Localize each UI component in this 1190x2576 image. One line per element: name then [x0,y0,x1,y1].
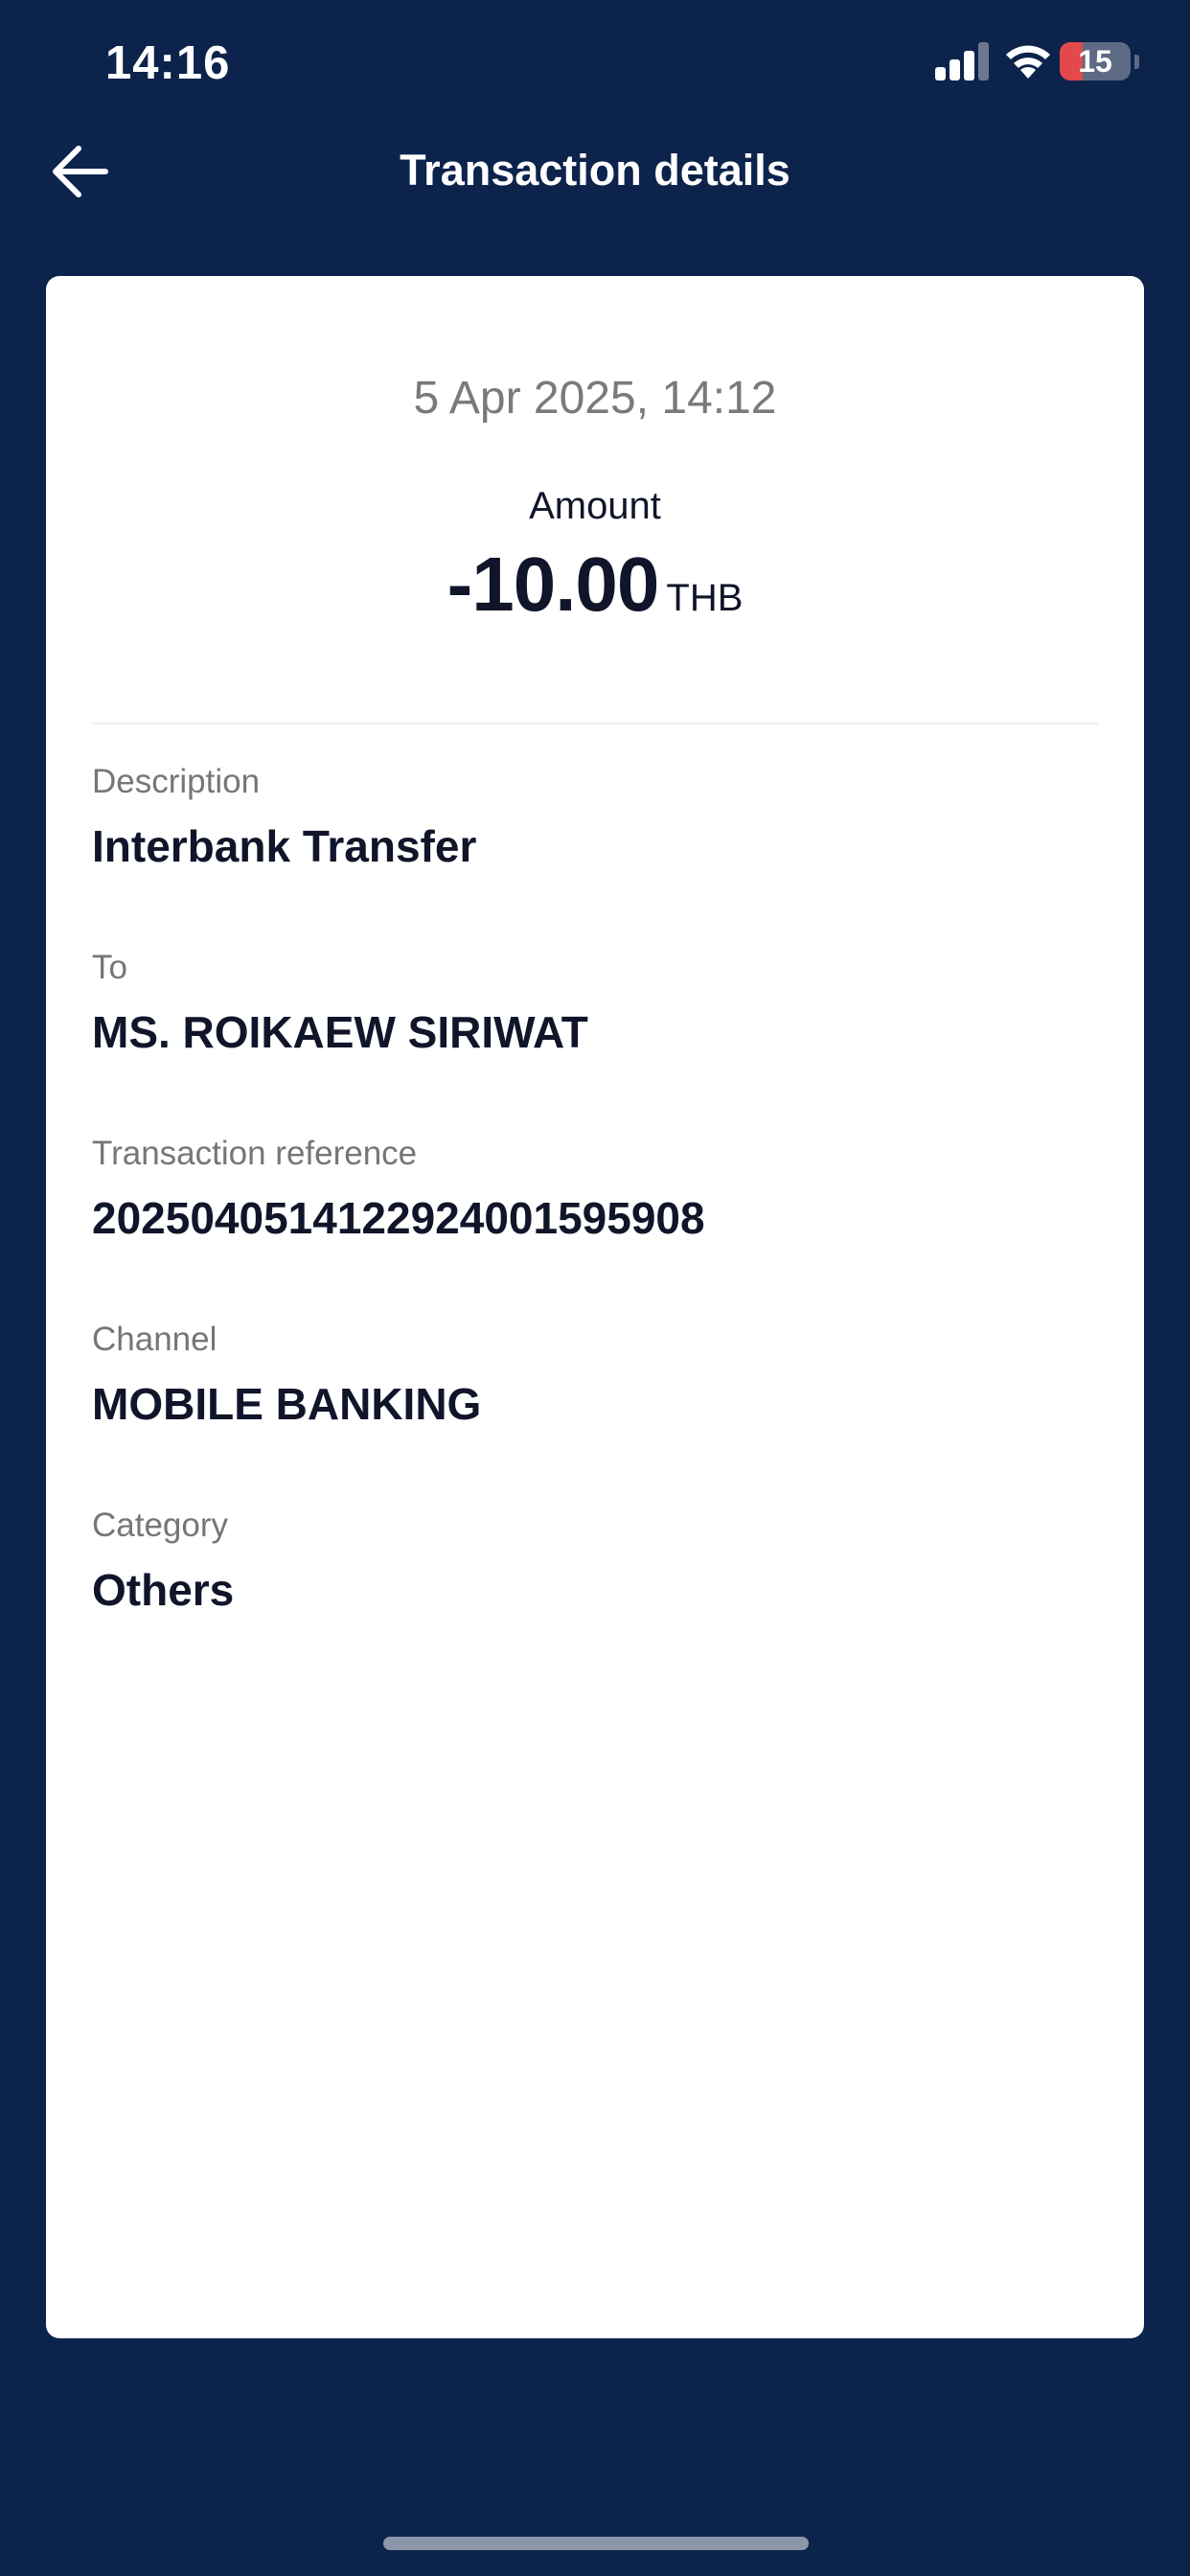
page-title: Transaction details [400,146,790,195]
field-category: Category Others [92,1505,1098,1618]
amount-row: -10.00 THB [46,540,1144,629]
field-value: MOBILE BANKING [92,1379,482,1429]
field-label: Transaction reference [92,1135,418,1172]
transaction-card: 5 Apr 2025, 14:12 Amount -10.00 THB Descr… [46,276,1144,2338]
field-value: MS. ROIKAEW SIRIWAT [92,1007,588,1057]
amount-value: -10.00 [446,541,660,627]
field-channel: Channel MOBILE BANKING [92,1319,1098,1432]
field-label: Description [92,763,261,800]
field-label: To [92,949,127,986]
field-description: Description Interbank Transfer [92,761,1098,874]
transaction-datetime: 5 Apr 2025, 14:12 [413,373,777,424]
amount-currency: THB [666,577,744,619]
battery-percentage: 15 [1078,44,1112,79]
field-to: To MS. ROIKAEW SIRIWAT [92,947,1098,1060]
field-label: Category [92,1506,229,1544]
battery-cap [1134,55,1139,69]
transaction-details-screen: 14:16 15 Transaction details 5 Apr 2025,… [0,0,1190,2576]
field-value: 20250405141229240015959​08 [92,1193,705,1243]
field-value: Others [92,1565,235,1615]
field-value: Interbank Transfer [92,821,477,871]
wifi-icon [1006,45,1050,79]
field-label: Channel [92,1321,217,1358]
battery-icon: 15 [1060,42,1131,80]
divider [92,723,1098,724]
field-transaction-reference: Transaction reference 202504051412292400… [92,1133,1098,1246]
amount-label: Amount [529,485,661,527]
home-indicator[interactable] [383,2537,809,2550]
status-time: 14:16 [105,37,231,89]
cellular-signal-icon [935,42,989,80]
